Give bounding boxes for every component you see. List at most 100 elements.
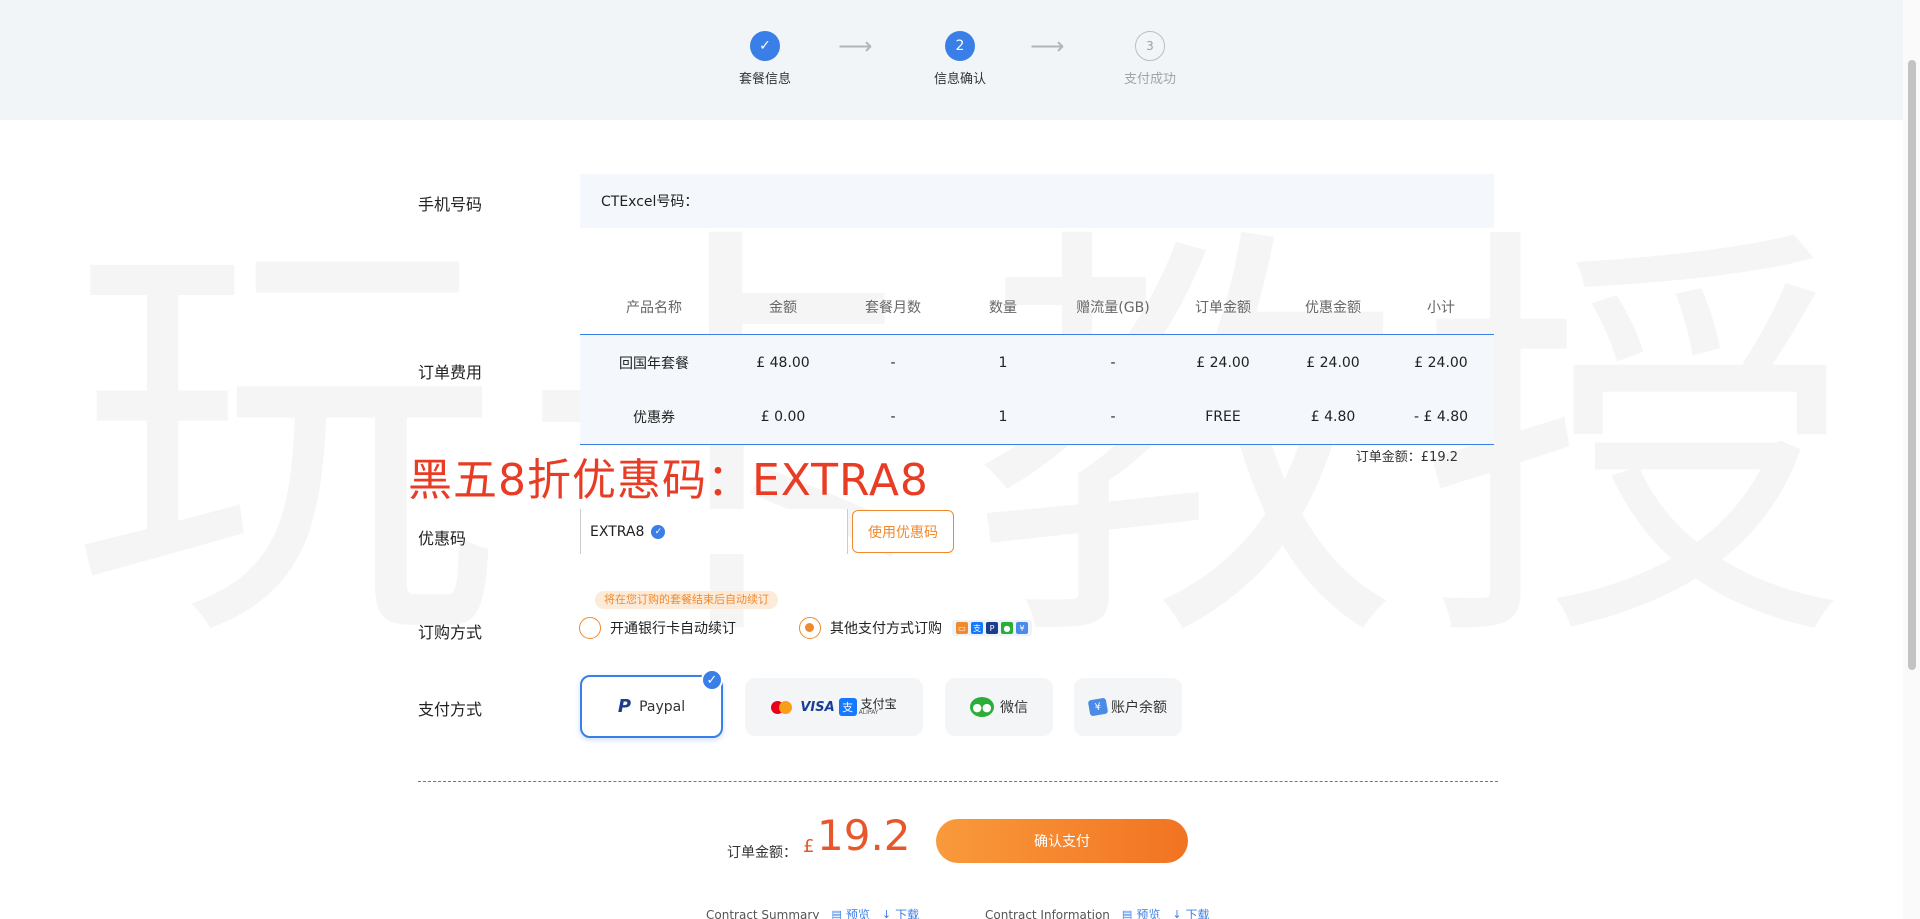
table-cell: - £ 4.80 (1413, 409, 1469, 425)
table-cell: £ 24.00 (1414, 354, 1468, 371)
phone-value: CTExcel号码： (601, 194, 699, 210)
wallet-icon: ¥ (1087, 697, 1109, 717)
download-icon: ↓ (881, 908, 892, 919)
order-table: 产品名称 金额 套餐月数 数量 赠流量(GB) 订单金额 优惠金额 小计 回国年… (580, 280, 1494, 445)
table-row: 回国年套餐 £ 48.00 - 1 - £ 24.00 £ 24.00 £ 24… (580, 335, 1494, 390)
contract-information: Contract Information ▤ 预览 ↓ 下载 (985, 906, 1210, 919)
table-cell: - (890, 354, 896, 371)
pay-option-label: 账户余额 (1111, 700, 1167, 716)
order-total: 订单金额：£19.2 (1355, 450, 1458, 465)
radio-button-checked[interactable] (799, 617, 821, 639)
arrow-right-icon: ⟶ (1030, 32, 1065, 60)
step-label: 支付成功 (1123, 72, 1176, 87)
arrow-right-icon: ⟶ (838, 32, 873, 60)
alipay-icon: 支 (838, 698, 857, 716)
table-row: 优惠券 £ 0.00 - 1 - FREE £ 4.80 - £ 4.80 (580, 390, 1494, 445)
contract-title: Contract Information (985, 907, 1110, 919)
phone-field: CTExcel号码： (580, 174, 1494, 228)
column-header: 金额 (769, 300, 797, 316)
table-cell: 1 (998, 409, 1008, 425)
download-link[interactable]: ↓ 下载 (1172, 906, 1209, 919)
column-header: 小计 (1427, 300, 1455, 316)
download-link[interactable]: ↓ 下载 (882, 906, 919, 919)
preview-link[interactable]: ▤ 预览 (831, 906, 869, 919)
column-header: 套餐月数 (865, 300, 921, 316)
currency-symbol: £ (803, 836, 815, 857)
preview-link[interactable]: ▤ 预览 (1122, 906, 1160, 919)
visa-icon: VISA (800, 699, 835, 715)
alipay-label: 支付宝 (860, 696, 897, 711)
table-cell: £ 4.80 (1310, 409, 1356, 425)
mastercard-icon (779, 700, 793, 714)
option-card-auto-renew[interactable]: 开通银行卡自动续订 (579, 617, 736, 639)
preview-icon: ▤ (1121, 908, 1133, 919)
wechat-icon: ●● (970, 697, 994, 717)
table-cell: £ 24.00 (1196, 354, 1250, 371)
pay-option-label: Paypal (639, 698, 686, 715)
pay-option-paypal[interactable]: P Paypal ✓ (580, 669, 723, 738)
table-cell: - (890, 409, 896, 425)
column-header: 产品名称 (626, 300, 682, 316)
table-header: 产品名称 金额 套餐月数 数量 赠流量(GB) 订单金额 优惠金额 小计 (580, 280, 1494, 335)
pay-option-wechat[interactable]: ●● 微信 (945, 678, 1053, 736)
phone-label: 手机号码 (418, 195, 483, 214)
step-pay-success: 3 支付成功 (1100, 31, 1200, 87)
step-number: 2 (945, 31, 975, 61)
table-cell: FREE (1205, 409, 1241, 425)
check-icon: ✓ (750, 31, 780, 61)
selected-check-icon: ✓ (701, 669, 723, 691)
table-cell: - (1110, 409, 1116, 425)
download-icon: ↓ (1172, 908, 1182, 919)
final-amount: 19.2 (817, 811, 911, 860)
table-cell: 回国年套餐 (619, 355, 689, 372)
step-label: 信息确认 (933, 72, 986, 87)
paypal-icon: P (986, 622, 998, 634)
confirm-pay-button[interactable]: 确认支付 (936, 819, 1188, 863)
scrollbar[interactable] (1903, 0, 1920, 919)
column-header: 赠流量(GB) (1076, 300, 1150, 316)
steps-bar: ✓ 套餐信息 ⟶ 2 信息确认 ⟶ 3 支付成功 (0, 0, 1920, 120)
coupon-label: 优惠码 (418, 529, 467, 548)
column-header: 订单金额 (1195, 300, 1251, 316)
divider (418, 781, 1498, 782)
column-header: 数量 (989, 300, 1017, 316)
table-cell: 1 (998, 354, 1008, 371)
payment-icons: ▭ 支 P ● ¥ (952, 620, 1032, 636)
step-package-info: ✓ 套餐信息 (715, 31, 815, 87)
alipay-sublabel: ALIPAY (858, 708, 879, 716)
apply-coupon-button[interactable]: 使用优惠码 (852, 510, 954, 553)
option-label: 其他支付方式订购 (830, 621, 942, 637)
alipay-icon: 支 (971, 622, 983, 634)
preview-icon: ▤ (831, 908, 842, 919)
step-confirm-info: 2 信息确认 (910, 31, 1010, 87)
final-amount-label: 订单金额： (727, 845, 797, 861)
step-label: 套餐信息 (738, 72, 791, 87)
table-cell: £ 24.00 (1306, 354, 1360, 371)
table-cell: 优惠券 (633, 410, 675, 426)
table-cell: - (1110, 354, 1116, 371)
table-cell: £ 48.00 (756, 354, 810, 371)
contract-title: Contract Summary (706, 907, 820, 919)
card-icon: ▭ (956, 622, 968, 634)
promo-banner: 黑五8折优惠码：EXTRA8 (408, 455, 929, 506)
radio-button[interactable] (579, 617, 601, 639)
option-label: 开通银行卡自动续订 (610, 621, 736, 637)
verified-check-icon: ✓ (651, 524, 666, 539)
page: 玩卡教授 ✓ 套餐信息 ⟶ 2 信息确认 ⟶ 3 支付成功 手机号码 CTExc… (0, 0, 1920, 919)
order-fee-label: 订单费用 (418, 363, 483, 382)
wechat-icon: ● (1001, 622, 1013, 634)
column-header: 优惠金额 (1305, 300, 1361, 316)
pay-option-label: 微信 (1000, 700, 1028, 716)
option-other-payment[interactable]: 其他支付方式订购 ▭ 支 P ● ¥ (799, 617, 1032, 639)
paypal-icon: P (617, 696, 632, 717)
auto-renew-hint: 将在您订购的套餐结束后自动续订 (595, 591, 778, 609)
pay-option-balance[interactable]: ¥ 账户余额 (1074, 678, 1182, 736)
table-cell: £ 0.00 (760, 409, 806, 425)
scrollbar-thumb[interactable] (1908, 60, 1916, 670)
coupon-input[interactable]: EXTRA8 ✓ (580, 509, 848, 554)
contract-summary: Contract Summary ▤ 预览 ↓ 下载 (706, 906, 919, 919)
pay-option-card-alipay[interactable]: VISA 支 支付宝 ALIPAY (745, 678, 923, 736)
coupon-value: EXTRA8 (590, 523, 645, 540)
balance-icon: ¥ (1016, 622, 1028, 634)
step-number: 3 (1135, 31, 1165, 61)
